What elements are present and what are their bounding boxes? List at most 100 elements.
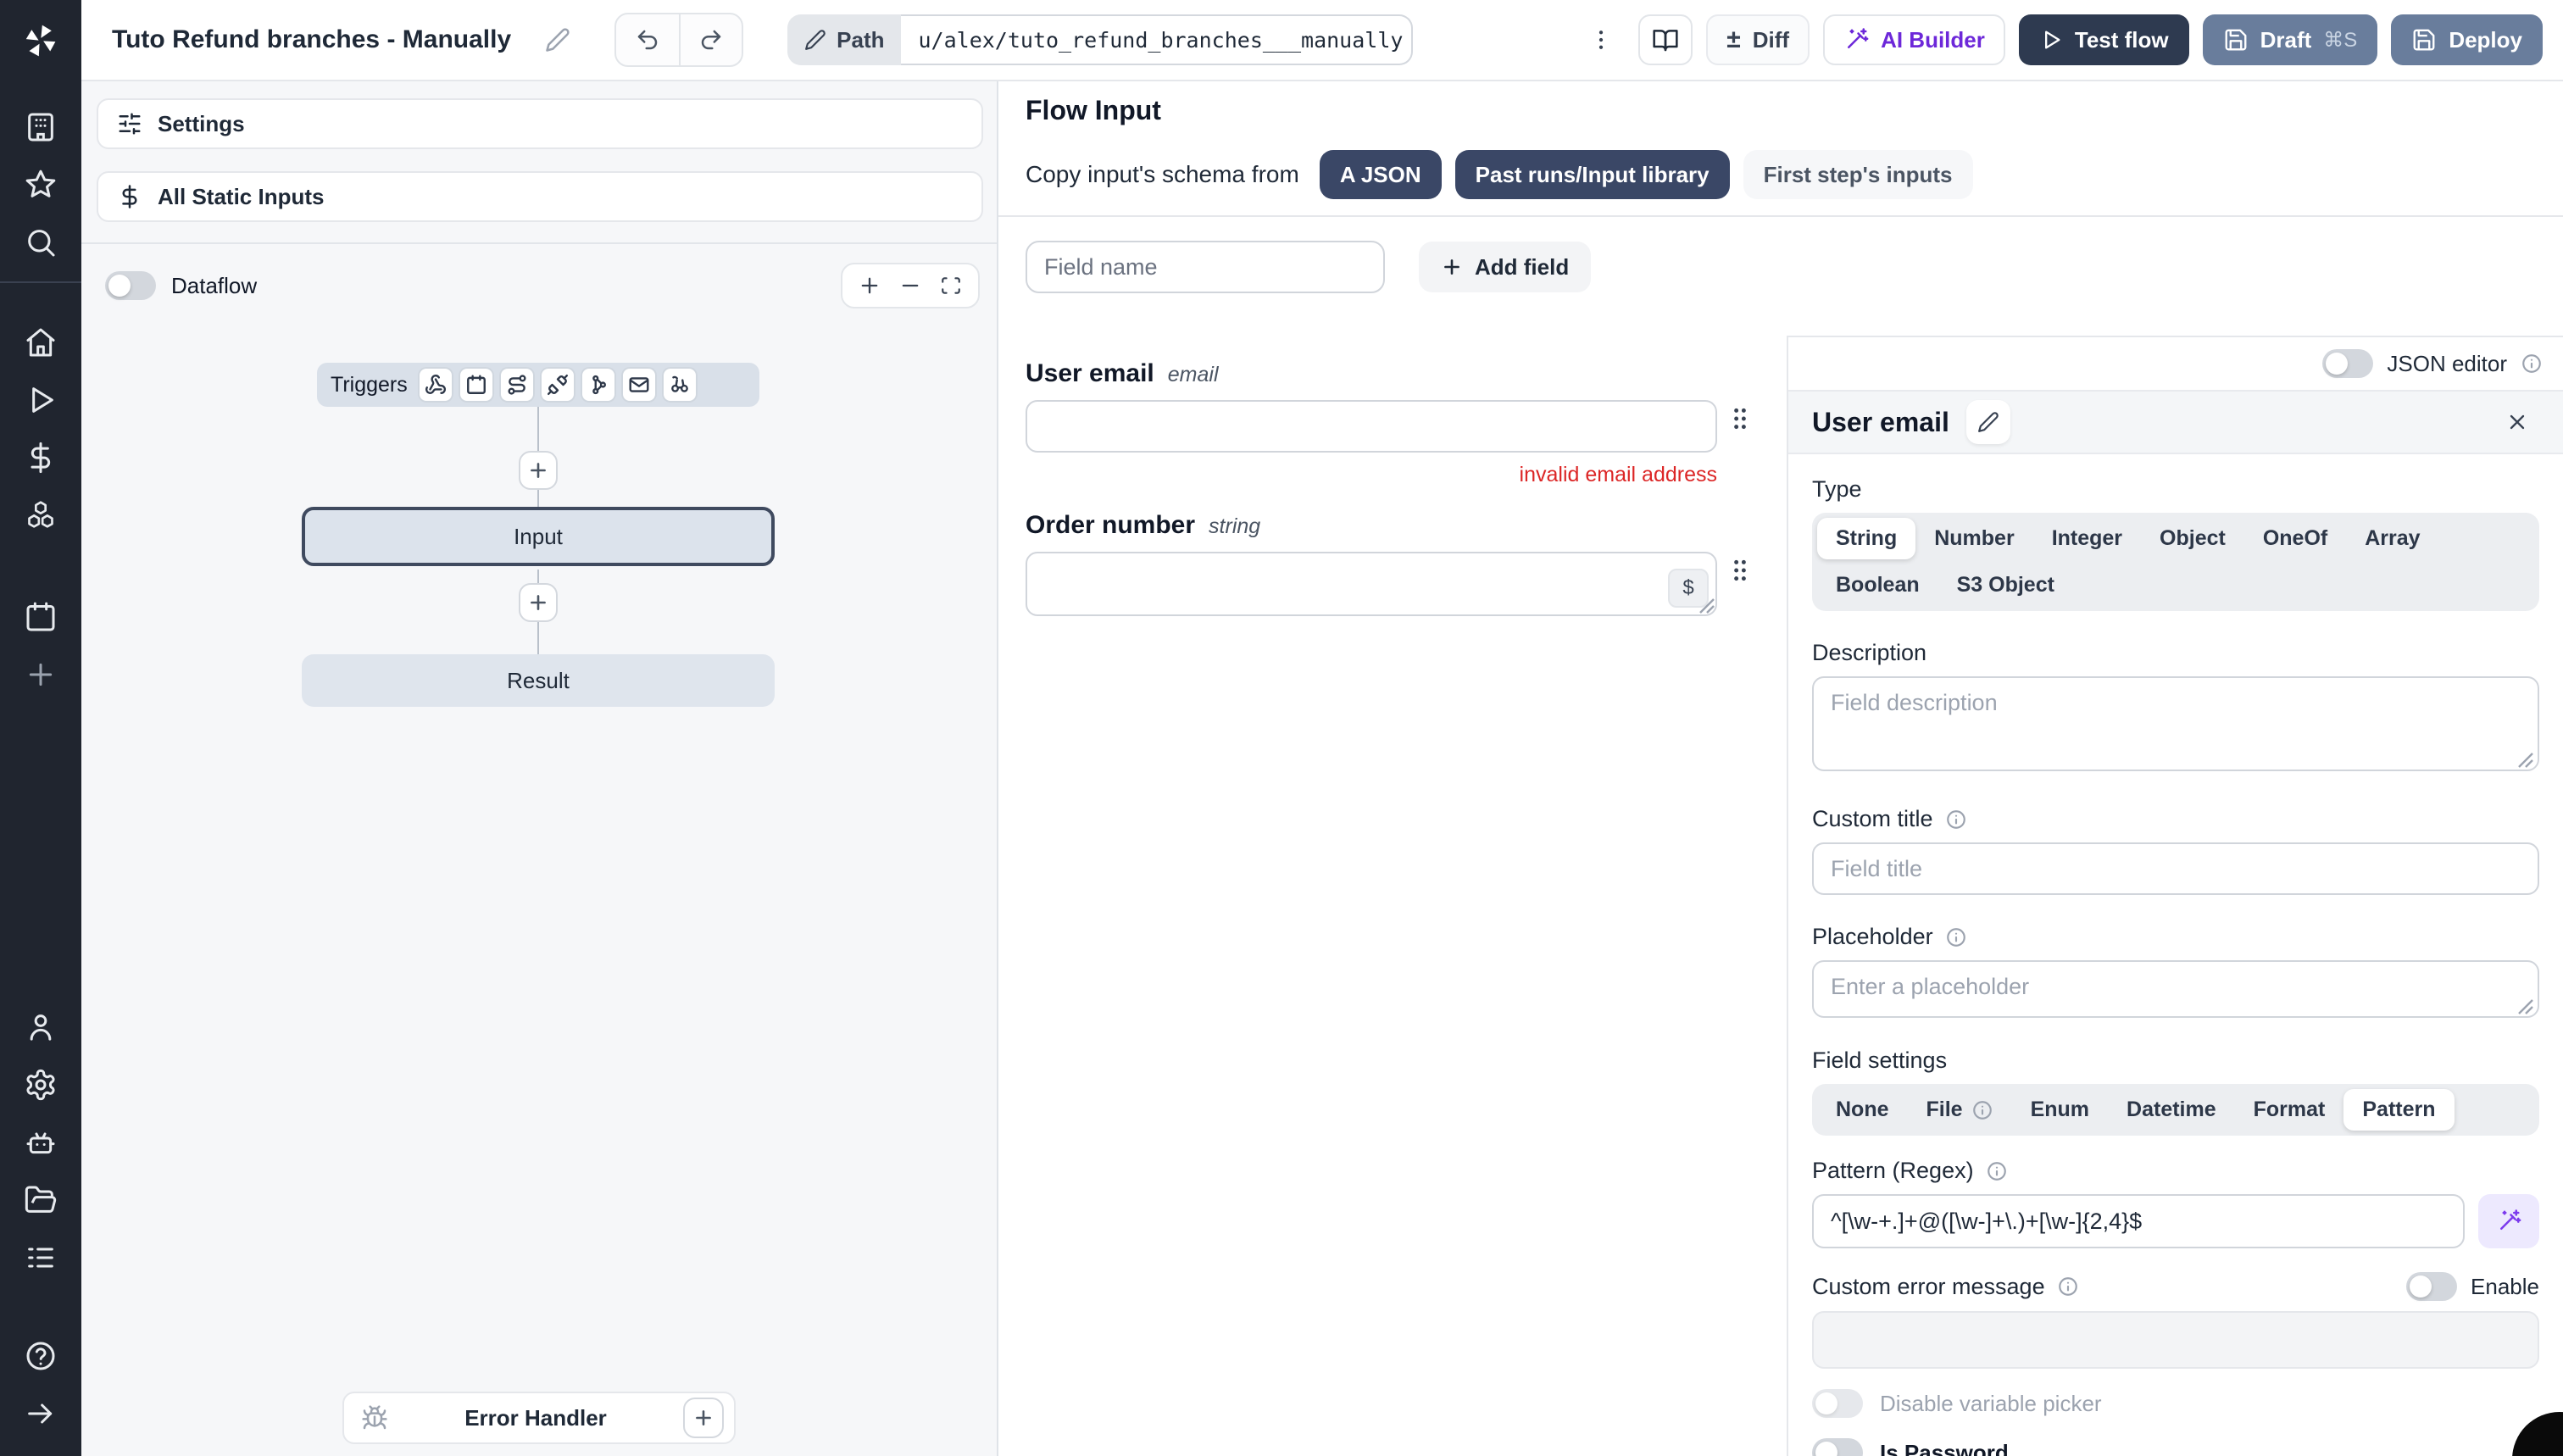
help-icon[interactable]: [0, 1327, 81, 1385]
description-textarea[interactable]: [1812, 676, 2539, 771]
type-number[interactable]: Number: [1915, 518, 2032, 559]
copy-schema-past-runs-button[interactable]: Past runs/Input library: [1454, 150, 1730, 199]
type-integer[interactable]: Integer: [2033, 518, 2141, 559]
type-s3-object[interactable]: S3 Object: [1938, 564, 2074, 606]
test-flow-button[interactable]: Test flow: [2018, 14, 2189, 65]
disable-variable-picker-toggle[interactable]: [1812, 1389, 1863, 1418]
custom-error-enable-toggle[interactable]: [2406, 1272, 2458, 1301]
generate-pattern-ai-button[interactable]: [2478, 1194, 2539, 1248]
audit-logs-icon[interactable]: [0, 1229, 81, 1287]
fit-view-button[interactable]: [934, 267, 968, 304]
input-node[interactable]: Input: [302, 507, 775, 566]
settings-gear-icon[interactable]: [0, 1056, 81, 1114]
type-array[interactable]: Array: [2346, 518, 2438, 559]
resize-grip-icon[interactable]: [1698, 597, 1715, 614]
poll-trigger-icon[interactable]: [663, 369, 696, 401]
error-handler-node[interactable]: Error Handler: [342, 1392, 736, 1444]
http-route-trigger-icon[interactable]: [500, 369, 533, 401]
resources-icon[interactable]: [0, 486, 81, 544]
path-value[interactable]: u/alex/tuto_refund_branches___manually: [901, 14, 1414, 65]
type-oneof[interactable]: OneOf: [2244, 518, 2346, 559]
path-chip[interactable]: Path: [787, 14, 902, 65]
close-editor-button[interactable]: [2495, 400, 2539, 444]
copy-schema-label: Copy input's schema from: [1026, 161, 1299, 187]
is-password-toggle[interactable]: [1812, 1438, 1863, 1456]
email-field-type: email: [1167, 363, 1219, 386]
type-object[interactable]: Object: [2141, 518, 2244, 559]
setting-none[interactable]: None: [1817, 1089, 1908, 1131]
result-node[interactable]: Result: [302, 654, 775, 707]
info-icon[interactable]: [1986, 1160, 2008, 1182]
resize-grip-icon[interactable]: [2517, 752, 2534, 769]
pattern-label: Pattern (Regex): [1812, 1158, 1974, 1183]
diff-button[interactable]: ± Diff: [1706, 14, 1810, 65]
home-icon[interactable]: [0, 314, 81, 371]
user-icon[interactable]: [0, 998, 81, 1056]
zoom-in-button[interactable]: [853, 267, 887, 304]
save-icon: [2413, 29, 2435, 51]
info-icon[interactable]: [2521, 353, 2543, 375]
edit-title-pencil-icon[interactable]: [545, 27, 570, 53]
triggers-node[interactable]: Triggers: [317, 363, 759, 407]
setting-enum[interactable]: Enum: [2012, 1089, 2108, 1131]
runs-icon[interactable]: [0, 371, 81, 429]
more-menu-kebab-icon[interactable]: [1577, 14, 1625, 65]
rename-field-button[interactable]: [1965, 400, 2010, 444]
undo-button[interactable]: [616, 14, 679, 65]
order-input[interactable]: [1026, 552, 1717, 616]
workers-robot-icon[interactable]: [0, 1114, 81, 1171]
sliders-icon: [119, 113, 141, 135]
add-step-button[interactable]: [519, 451, 558, 490]
resize-grip-icon[interactable]: [2517, 998, 2534, 1015]
info-icon[interactable]: [1945, 926, 1967, 948]
kafka-trigger-icon[interactable]: [581, 369, 614, 401]
flow-settings-card[interactable]: Settings: [97, 98, 983, 149]
email-trigger-icon[interactable]: [622, 369, 655, 401]
type-string[interactable]: String: [1817, 518, 1916, 559]
search-icon[interactable]: [0, 214, 81, 271]
copy-schema-json-button[interactable]: A JSON: [1319, 150, 1442, 199]
canvas-zoom-controls: [841, 263, 980, 308]
setting-file[interactable]: File: [1908, 1089, 2012, 1131]
websocket-trigger-icon[interactable]: [541, 369, 574, 401]
custom-title-input[interactable]: [1812, 842, 2539, 895]
order-drag-handle[interactable]: [1732, 559, 1748, 582]
webhook-trigger-icon[interactable]: [419, 369, 452, 401]
variables-icon[interactable]: [0, 429, 81, 486]
draft-button[interactable]: Draft ⌘S: [2202, 14, 2378, 65]
add-step-button-2[interactable]: [519, 583, 558, 622]
schedule-trigger-icon[interactable]: [459, 369, 492, 401]
redo-button[interactable]: [679, 14, 742, 65]
zoom-out-button[interactable]: [893, 267, 927, 304]
json-editor-toggle[interactable]: [2322, 349, 2374, 378]
info-icon[interactable]: [1945, 809, 1967, 831]
windmill-logo[interactable]: [0, 0, 81, 81]
email-input[interactable]: [1026, 400, 1717, 453]
setting-datetime[interactable]: Datetime: [2108, 1089, 2235, 1131]
expand-sidebar-icon[interactable]: [0, 1385, 81, 1442]
email-drag-handle[interactable]: [1732, 407, 1748, 431]
type-boolean[interactable]: Boolean: [1817, 564, 1938, 606]
workspace-icon[interactable]: [0, 98, 81, 156]
placeholder-textarea[interactable]: [1812, 960, 2539, 1018]
setting-format[interactable]: Format: [2235, 1089, 2344, 1131]
ai-builder-button[interactable]: AI Builder: [1823, 14, 2005, 65]
deploy-button[interactable]: Deploy: [2391, 14, 2543, 65]
pattern-regex-input[interactable]: [1812, 1194, 2465, 1248]
favorites-star-icon[interactable]: [0, 156, 81, 214]
copy-schema-row: Copy input's schema from A JSON Past run…: [1026, 150, 2536, 199]
add-field-button[interactable]: Add field: [1419, 242, 1592, 292]
copy-schema-first-step-button[interactable]: First step's inputs: [1743, 150, 1973, 199]
folders-icon[interactable]: [0, 1171, 81, 1229]
info-icon[interactable]: [2057, 1275, 2079, 1298]
field-name-input[interactable]: [1026, 241, 1385, 293]
sidebar-divider: [0, 281, 81, 283]
pencil-icon: [1977, 412, 1999, 432]
setting-pattern[interactable]: Pattern: [2343, 1089, 2455, 1131]
dataflow-toggle[interactable]: [105, 271, 156, 300]
add-icon[interactable]: [0, 646, 81, 703]
docs-book-button[interactable]: [1638, 14, 1693, 65]
schedules-icon[interactable]: [0, 588, 81, 646]
add-error-handler-button[interactable]: [683, 1398, 724, 1438]
static-inputs-card[interactable]: All Static Inputs: [97, 171, 983, 222]
